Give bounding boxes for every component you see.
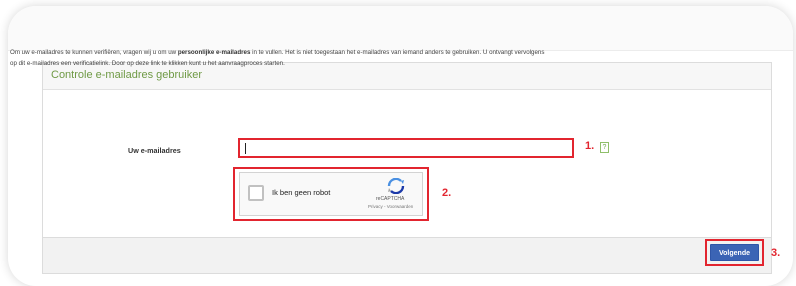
email-label: Uw e-mailadres	[128, 146, 181, 155]
annotation-step-1: 1.	[585, 140, 595, 152]
intro-line1-a: Om uw e-mailadres te kunnen verifiëren, …	[10, 49, 178, 56]
text-caret	[245, 143, 246, 154]
intro-line1-b: in te vullen. Het is niet toegestaan het…	[250, 49, 545, 56]
captcha-checkbox[interactable]	[248, 185, 264, 201]
next-button[interactable]: Volgende	[710, 244, 759, 261]
annotation-step-2: 2.	[442, 187, 452, 199]
captcha-brand: reCAPTCHA	[376, 196, 405, 202]
panel-title: Controle e-mailadres gebruiker	[51, 69, 203, 81]
top-band	[8, 6, 793, 51]
panel-footer	[43, 237, 771, 273]
intro-text: Om uw e-mailadres te kunnen verifiëren, …	[10, 47, 722, 69]
annotation-step-3: 3.	[771, 247, 781, 259]
help-icon[interactable]: ?	[600, 142, 609, 153]
captcha-label: Ik ben geen robot	[272, 188, 331, 197]
recaptcha-widget: Ik ben geen robot reCAPTCHA Privacy - Vo…	[239, 172, 423, 216]
captcha-links[interactable]: Privacy - Voorwaarden	[368, 204, 413, 209]
intro-line1-bold: persoonlijke e-mailadres	[177, 49, 251, 56]
intro-line2: op dit e-mailadres een verificatielink. …	[10, 60, 285, 67]
email-input[interactable]	[238, 138, 574, 158]
recaptcha-logo-icon	[387, 178, 405, 194]
